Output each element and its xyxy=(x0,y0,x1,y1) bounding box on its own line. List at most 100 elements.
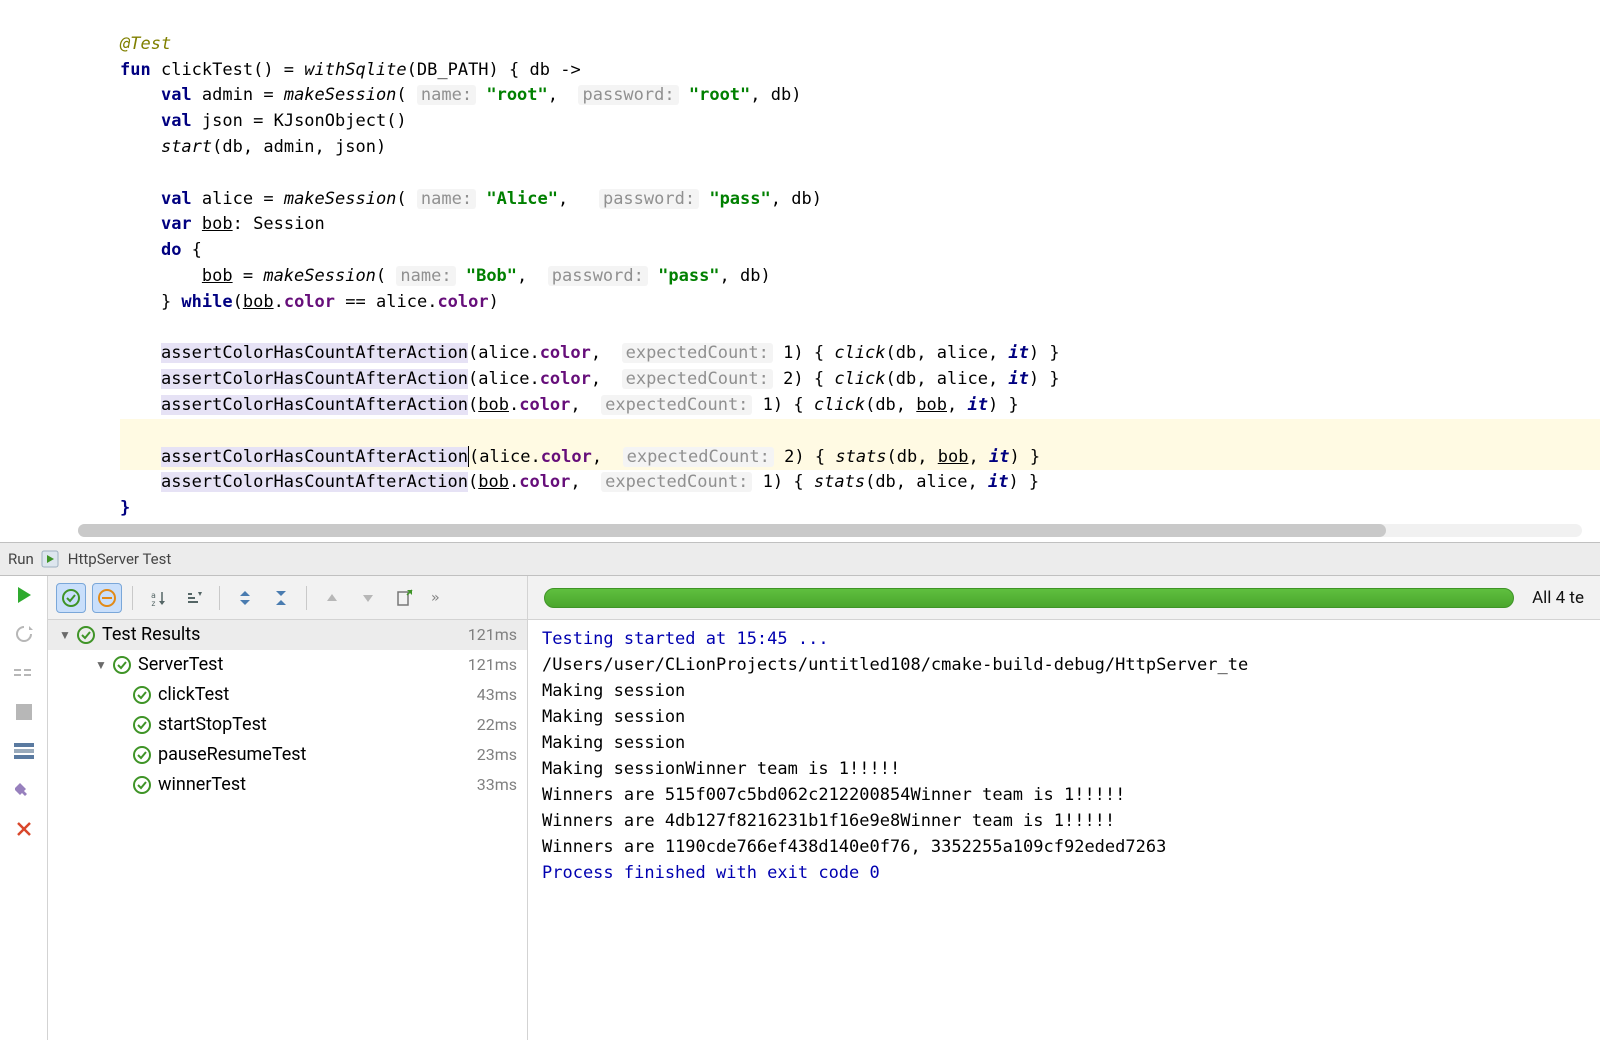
console-line: Winners are 515f007c5bd062c212200854Winn… xyxy=(542,785,1125,805)
hint-name: name: xyxy=(417,189,476,209)
tree-test-label: pauseResumeTest xyxy=(158,740,306,770)
expand-all-button[interactable] xyxy=(230,583,260,613)
rerun-failed-button[interactable] xyxy=(12,622,36,646)
tree-test[interactable]: clickTest 43ms xyxy=(48,680,527,710)
const-db-path: DB_PATH xyxy=(417,60,489,80)
str-pass: "pass" xyxy=(658,266,719,286)
toolwindow-header[interactable]: Run HttpServer Test xyxy=(0,542,1600,576)
tree-root[interactable]: ▼ Test Results 121ms xyxy=(48,620,527,650)
pass-icon xyxy=(76,625,96,645)
test-progress-bar xyxy=(544,588,1514,608)
test-tree[interactable]: ▼ Test Results 121ms ▼ ServerTest 121ms … xyxy=(48,620,527,1040)
run-label: Run xyxy=(8,550,34,568)
tree-test-time: 22ms xyxy=(477,710,517,740)
lambda-param-db: db xyxy=(530,60,550,80)
keyword-var: var xyxy=(161,214,192,234)
keyword-val: val xyxy=(161,85,192,105)
var-admin: admin xyxy=(202,85,253,105)
console-line: Making session xyxy=(542,733,685,753)
str-pass: "pass" xyxy=(709,189,770,209)
pass-icon xyxy=(132,745,152,765)
console-line: Testing started at 15:45 ... xyxy=(542,629,829,649)
arg-db: db xyxy=(771,85,791,105)
console-toolbar: All 4 te xyxy=(528,576,1600,620)
pass-icon xyxy=(132,685,152,705)
console-line: Making sessionWinner team is 1!!!!! xyxy=(542,759,900,779)
pin-button[interactable] xyxy=(12,778,36,802)
fn-withSqlite: withSqlite xyxy=(304,60,406,80)
tree-suite-time: 121ms xyxy=(468,650,517,680)
fn-stats: stats xyxy=(835,447,886,467)
toolbar-separator xyxy=(132,586,133,610)
var-json: json xyxy=(202,111,243,131)
collapse-all-button[interactable] xyxy=(266,583,296,613)
expand-arrow-icon[interactable]: ▼ xyxy=(94,650,108,680)
toggle-auto-test-button[interactable] xyxy=(12,661,36,685)
previous-failed-button[interactable] xyxy=(317,583,347,613)
expand-arrow-icon[interactable]: ▼ xyxy=(58,620,72,650)
keyword-while: while xyxy=(181,292,232,312)
keyword-do: do xyxy=(161,240,181,260)
tree-root-time: 121ms xyxy=(468,620,517,650)
toolwindow-body: az » xyxy=(0,576,1600,1040)
fn-makeSession: makeSession xyxy=(284,189,397,209)
gutter-actions xyxy=(0,576,48,1040)
hint-name: name: xyxy=(396,266,455,286)
export-results-button[interactable] xyxy=(389,583,419,613)
tree-test[interactable]: winnerTest 33ms xyxy=(48,770,527,800)
close-button[interactable] xyxy=(12,817,36,841)
hint-expected-count: expectedCount: xyxy=(622,343,773,363)
tree-root-label: Test Results xyxy=(102,620,200,650)
field-color: color xyxy=(284,292,335,312)
code-editor[interactable]: @Test fun clickTest() = withSqlite(DB_PA… xyxy=(0,0,1600,542)
console-line: Making session xyxy=(542,707,685,727)
svg-text:z: z xyxy=(151,599,156,607)
fn-start: start xyxy=(161,137,212,157)
stop-button[interactable] xyxy=(12,700,36,724)
next-failed-button[interactable] xyxy=(353,583,383,613)
keyword-val: val xyxy=(161,111,192,131)
fn-click: click xyxy=(834,343,885,363)
editor-horizontal-scrollbar[interactable] xyxy=(78,524,1582,537)
scrollbar-thumb[interactable] xyxy=(78,524,1386,537)
pass-icon xyxy=(132,715,152,735)
test-tree-panel: az » xyxy=(48,576,528,1040)
tree-test-label: winnerTest xyxy=(158,770,246,800)
kw-it: it xyxy=(1008,343,1028,363)
sort-alphabetically-button[interactable]: az xyxy=(143,583,173,613)
tree-suite[interactable]: ▼ ServerTest 121ms xyxy=(48,650,527,680)
toolbar-more[interactable]: » xyxy=(431,590,439,606)
console-panel: All 4 te Testing started at 15:45 ... /U… xyxy=(528,576,1600,1040)
tree-test-time: 43ms xyxy=(477,680,517,710)
toolbar-separator xyxy=(306,586,307,610)
caret xyxy=(468,446,469,467)
show-passed-button[interactable] xyxy=(56,583,86,613)
annotation: @Test xyxy=(120,34,171,54)
str-root1: "root" xyxy=(486,85,547,105)
show-ignored-button[interactable] xyxy=(92,583,122,613)
console-line: /Users/user/CLionProjects/untitled108/cm… xyxy=(542,655,1248,675)
console-line: Process finished with exit code 0 xyxy=(542,863,880,883)
fn-clickTest: clickTest xyxy=(161,60,253,80)
str-bob: "Bob" xyxy=(466,266,517,286)
console-line: Making session xyxy=(542,681,685,701)
sort-by-duration-button[interactable] xyxy=(179,583,209,613)
tree-test[interactable]: pauseResumeTest 23ms xyxy=(48,740,527,770)
closing-brace: } xyxy=(120,498,130,518)
tree-test-time: 23ms xyxy=(477,740,517,770)
hint-password: password: xyxy=(599,189,699,209)
hint-name: name: xyxy=(417,85,476,105)
layout-button[interactable] xyxy=(12,739,36,763)
var-bob: bob xyxy=(202,214,233,234)
run-config-title: HttpServer Test xyxy=(68,550,171,568)
run-button[interactable] xyxy=(12,583,36,607)
hint-password: password: xyxy=(548,266,648,286)
run-config-icon xyxy=(40,549,60,569)
keyword-fun: fun xyxy=(120,60,151,80)
tree-test[interactable]: startStopTest 22ms xyxy=(48,710,527,740)
str-root2: "root" xyxy=(689,85,750,105)
console-output[interactable]: Testing started at 15:45 ... /Users/user… xyxy=(528,620,1600,1040)
console-line: Winners are 4db127f8216231b1f16e9e8Winne… xyxy=(542,811,1115,831)
type-kjsonobject: KJsonObject xyxy=(274,111,387,131)
type-session: Session xyxy=(253,214,325,234)
